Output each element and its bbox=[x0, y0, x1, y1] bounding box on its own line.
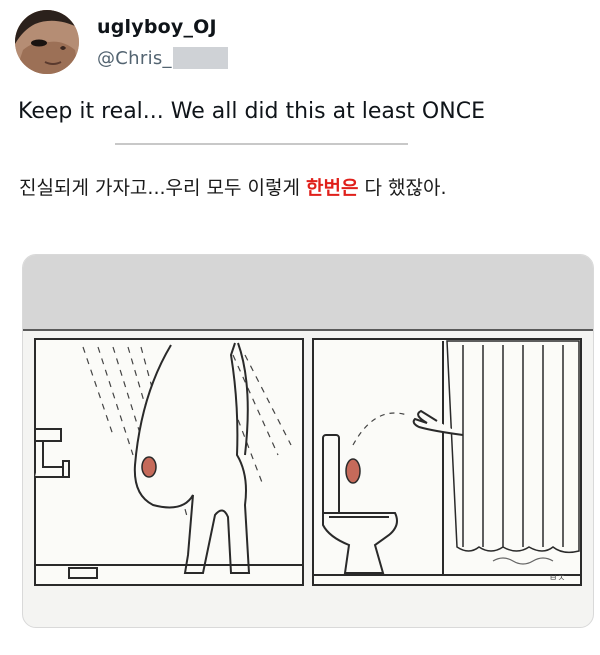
toilet-panel: ㅂㅈ bbox=[312, 338, 582, 586]
tweet-media-image[interactable]: ㅂㅈ bbox=[22, 254, 594, 628]
korean-text-after: 다 했잖아. bbox=[358, 177, 447, 199]
tweet-text-korean: 진실되게 가자고...우리 모두 이렇게 한번은 다 했잖아. bbox=[19, 173, 447, 200]
handle-text: @Chris_ bbox=[97, 47, 172, 69]
tweet-header: uglyboy_OJ @Chris_ bbox=[15, 10, 585, 76]
comic-illustration: ㅂㅈ bbox=[34, 338, 582, 586]
handle[interactable]: @Chris_ bbox=[97, 46, 228, 70]
shower-panel bbox=[34, 338, 304, 586]
avatar[interactable] bbox=[15, 10, 79, 74]
svg-text:ㅂㅈ: ㅂㅈ bbox=[549, 574, 566, 584]
tweet-text-english: Keep it real... We all did this at least… bbox=[18, 99, 485, 124]
display-name[interactable]: uglyboy_OJ bbox=[97, 16, 217, 38]
korean-text-highlight: 한번은 bbox=[306, 177, 359, 199]
profile-avatar-icon bbox=[15, 10, 79, 74]
divider bbox=[115, 143, 408, 145]
korean-text-before: 진실되게 가자고...우리 모두 이렇게 bbox=[19, 177, 306, 199]
redaction-block bbox=[172, 47, 228, 69]
